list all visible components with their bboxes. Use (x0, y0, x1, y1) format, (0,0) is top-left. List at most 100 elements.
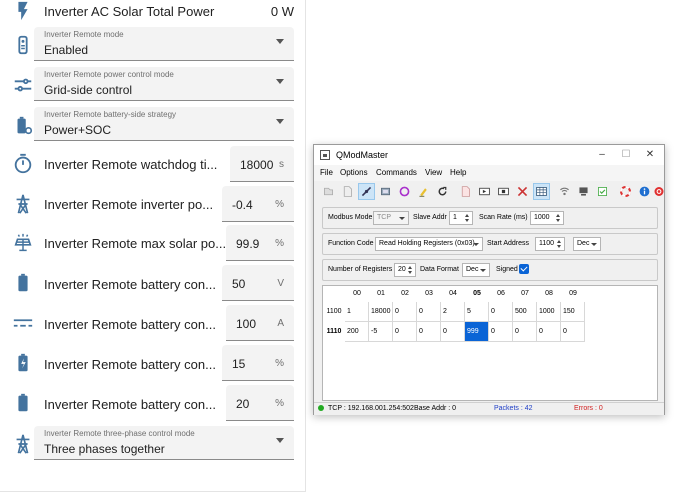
battery-charge-soc-input[interactable]: 15 % (222, 345, 294, 381)
battery-charge-soc-label: Inverter Remote battery con... (44, 357, 216, 372)
register-cell[interactable]: 18000 (369, 302, 393, 322)
register-cell[interactable]: 1000 (537, 302, 561, 322)
max-solar-power-input[interactable]: 99.9 % (226, 225, 294, 261)
menu-view[interactable]: View (425, 168, 442, 177)
register-cell[interactable]: 0 (537, 322, 561, 342)
tools-icon[interactable] (514, 183, 531, 200)
server-icon[interactable] (575, 183, 592, 200)
battery-discharge-soc-input[interactable]: 20 % (226, 385, 294, 421)
help-icon[interactable] (617, 183, 634, 200)
bus-monitor-icon[interactable] (556, 183, 573, 200)
read-icon[interactable] (457, 183, 474, 200)
start-address-format-value: Dec (577, 240, 590, 247)
menu-commands[interactable]: Commands (376, 168, 417, 177)
chevron-down-icon (276, 119, 284, 124)
column-header: 04 (441, 286, 465, 302)
log-icon[interactable] (594, 183, 611, 200)
power-control-mode-caption: Inverter Remote power control mode (44, 70, 174, 79)
refresh-icon[interactable] (434, 183, 451, 200)
close-button[interactable]: ✕ (640, 148, 660, 162)
battery-charge-soc-unit: % (275, 358, 284, 369)
battery-strategy-select[interactable]: Inverter Remote battery-side strategy Po… (34, 107, 294, 141)
register-cell[interactable]: 0 (393, 302, 417, 322)
battery-voltage-unit: V (277, 278, 284, 289)
table-icon[interactable] (533, 183, 550, 200)
register-cell[interactable]: 0 (489, 302, 513, 322)
register-cell[interactable]: 0 (561, 322, 585, 342)
data-format-combo[interactable]: Dec (462, 263, 490, 277)
register-cell[interactable]: 500 (513, 302, 537, 322)
save-icon[interactable] (339, 183, 356, 200)
register-cell[interactable]: 0 (417, 322, 441, 342)
ac-solar-total-power-row[interactable]: Inverter AC Solar Total Power 0 W (0, 0, 306, 21)
battery-voltage-input[interactable]: 50 V (222, 265, 294, 301)
register-cell[interactable]: 0 (489, 322, 513, 342)
connection-settings-group: Modbus Mode TCP Slave Addr 1 Scan Rate (… (322, 207, 658, 229)
register-cell[interactable]: -5 (369, 322, 393, 342)
info-icon[interactable] (636, 183, 653, 200)
exit-icon[interactable] (653, 183, 665, 200)
remote-mode-select[interactable]: Inverter Remote mode Enabled (34, 27, 294, 61)
start-address-spin[interactable]: 1100 (535, 237, 565, 251)
chevron-down-icon (276, 438, 284, 443)
register-cell[interactable]: 2 (441, 302, 465, 322)
battery-icon (12, 392, 34, 414)
column-header: 00 (345, 286, 369, 302)
inverter-power-label: Inverter Remote inverter po... (44, 197, 214, 212)
register-cell[interactable]: 0 (441, 322, 465, 342)
open-icon[interactable] (320, 183, 337, 200)
power-control-mode-value: Grid-side control (44, 83, 133, 97)
remote-mode-row: Inverter Remote mode Enabled (0, 27, 306, 61)
scan-icon[interactable] (377, 183, 394, 200)
battery-voltage-row: Inverter Remote battery con... 50 V (0, 265, 306, 301)
num-registers-spin[interactable]: 20 (394, 263, 416, 277)
register-cell-selected[interactable]: 999 (465, 322, 489, 342)
maximize-button[interactable]: ☐ (616, 148, 636, 162)
tune-icon (12, 74, 34, 96)
title-bar[interactable]: QModMaster – ☐ ✕ (314, 145, 664, 165)
num-registers-value: 20 (398, 266, 406, 273)
three-phase-mode-row: Inverter Remote three-phase control mode… (0, 426, 306, 460)
battery-strategy-value: Power+SOC (44, 123, 112, 137)
power-control-mode-select[interactable]: Inverter Remote power control mode Grid-… (34, 67, 294, 101)
transmission-tower-icon (12, 193, 34, 215)
register-cell[interactable]: 150 (561, 302, 585, 322)
function-code-combo[interactable]: Read Holding Registers (0x03) (375, 237, 483, 251)
menu-help[interactable]: Help (450, 168, 466, 177)
data-format-label: Data Format (420, 266, 459, 273)
modbus-mode-label: Modbus Mode (328, 214, 373, 221)
watchdog-input[interactable]: 18000 s (230, 146, 294, 182)
register-cell[interactable]: 0 (513, 322, 537, 342)
register-table: 00 01 02 03 04 05 06 07 08 09 1100 1110 … (322, 285, 658, 401)
minimize-button[interactable]: – (592, 148, 612, 162)
scan-rate-label: Scan Rate (ms) (479, 214, 528, 221)
scan-rate-spin[interactable]: 1000 (530, 211, 564, 225)
slave-addr-spin[interactable]: 1 (449, 211, 473, 225)
connect-icon[interactable] (358, 183, 375, 200)
register-cell[interactable]: 0 (417, 302, 441, 322)
connection-status: TCP : 192.168.001.254:502 (328, 405, 414, 412)
slave-addr-label: Slave Addr (413, 214, 447, 221)
start-address-format-combo[interactable]: Dec (573, 237, 601, 251)
three-phase-mode-value: Three phases together (44, 442, 165, 456)
register-cell[interactable]: 1 (345, 302, 369, 322)
menu-file[interactable]: File (320, 168, 333, 177)
stop-icon[interactable] (495, 183, 512, 200)
column-header: 09 (561, 286, 585, 302)
watchdog-row: Inverter Remote watchdog ti... 18000 s (0, 146, 306, 182)
reset-icon[interactable] (396, 183, 413, 200)
three-phase-mode-select[interactable]: Inverter Remote three-phase control mode… (34, 426, 294, 460)
battery-current-row: Inverter Remote battery con... 100 A (0, 305, 306, 341)
clear-icon[interactable] (415, 183, 432, 200)
modbus-mode-combo[interactable]: TCP (373, 211, 409, 225)
register-cell[interactable]: 0 (393, 322, 417, 342)
signed-checkbox[interactable] (519, 264, 529, 274)
start-address-label: Start Address (487, 240, 530, 247)
play-icon[interactable] (476, 183, 493, 200)
menu-options[interactable]: Options (340, 168, 368, 177)
register-cell[interactable]: 5 (465, 302, 489, 322)
function-settings-group: Function Code Read Holding Registers (0x… (322, 233, 658, 255)
inverter-power-input[interactable]: -0.4 % (222, 186, 294, 222)
battery-current-input[interactable]: 100 A (226, 305, 294, 341)
register-cell[interactable]: 200 (345, 322, 369, 342)
